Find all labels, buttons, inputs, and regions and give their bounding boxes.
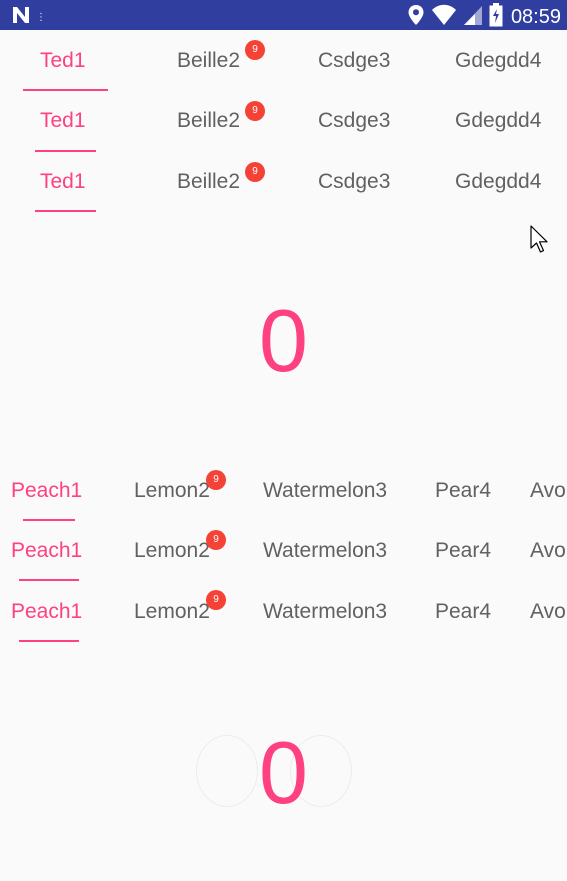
status-bar-right: 08:59: [407, 3, 561, 32]
battery-icon: [489, 3, 503, 32]
n-notification-icon: [10, 4, 32, 31]
status-bar-left: ⋮: [10, 4, 46, 31]
tab-ted1[interactable]: Ted1: [40, 152, 86, 212]
tab-indicator: [19, 640, 79, 642]
bottom-tab-strip-3: Peach1 Lemon2 9 Watermelon3 Pear4 Avo: [0, 582, 567, 642]
location-icon: [407, 4, 425, 31]
overflow-dots-icon: ⋮: [36, 11, 46, 23]
tab-watermelon3[interactable]: Watermelon3: [263, 521, 387, 581]
tab-watermelon3[interactable]: Watermelon3: [263, 461, 387, 521]
tab-beille2[interactable]: Beille2: [177, 31, 240, 91]
notification-badge: 9: [245, 162, 265, 182]
top-tab-strip-1: Ted1 Beille2 9 Csdge3 Gdegdd4: [0, 31, 567, 91]
tab-peach1[interactable]: Peach1: [11, 461, 82, 521]
status-bar: ⋮ 08:59: [0, 0, 567, 30]
status-clock: 08:59: [510, 6, 561, 28]
bottom-tab-strip-1: Peach1 Lemon2 9 Watermelon3 Pear4 Avo: [0, 461, 567, 521]
top-tab-strip-3: Ted1 Beille2 9 Csdge3 Gdegdd4: [0, 152, 567, 212]
bottom-counter: 0: [259, 723, 308, 822]
tab-indicator: [35, 210, 96, 212]
notification-badge: 9: [206, 590, 226, 610]
top-counter: 0: [259, 291, 308, 390]
wifi-icon: [431, 4, 457, 31]
tab-peach1[interactable]: Peach1: [11, 582, 82, 642]
top-tab-strip-2: Ted1 Beille2 9 Csdge3 Gdegdd4: [0, 91, 567, 152]
notification-badge: 9: [245, 40, 265, 60]
bottom-tab-strip-2: Peach1 Lemon2 9 Watermelon3 Pear4 Avo: [0, 521, 567, 581]
tab-lemon2[interactable]: Lemon2: [134, 521, 210, 581]
tab-gdegdd4[interactable]: Gdegdd4: [455, 91, 541, 151]
tab-gdegdd4[interactable]: Gdegdd4: [455, 152, 541, 212]
tab-indicator: [19, 579, 79, 581]
tab-ted1[interactable]: Ted1: [40, 91, 86, 151]
tab-pear4[interactable]: Pear4: [435, 521, 491, 581]
tab-pear4[interactable]: Pear4: [435, 461, 491, 521]
tab-ted1[interactable]: Ted1: [40, 31, 86, 91]
tab-watermelon3[interactable]: Watermelon3: [263, 582, 387, 642]
tab-avo[interactable]: Avo: [530, 461, 566, 521]
tab-lemon2[interactable]: Lemon2: [134, 461, 210, 521]
tab-avo[interactable]: Avo: [530, 582, 566, 642]
tab-pear4[interactable]: Pear4: [435, 582, 491, 642]
tab-peach1[interactable]: Peach1: [11, 521, 82, 581]
notification-badge: 9: [206, 530, 226, 550]
tab-beille2[interactable]: Beille2: [177, 152, 240, 212]
tab-csdge3[interactable]: Csdge3: [318, 152, 390, 212]
tab-csdge3[interactable]: Csdge3: [318, 31, 390, 91]
tab-gdegdd4[interactable]: Gdegdd4: [455, 31, 541, 91]
notification-badge: 9: [206, 470, 226, 490]
cell-signal-icon: [463, 4, 483, 31]
mouse-cursor-icon: [530, 225, 552, 260]
notification-badge: 9: [245, 101, 265, 121]
tab-lemon2[interactable]: Lemon2: [134, 582, 210, 642]
tab-avo[interactable]: Avo: [530, 521, 566, 581]
tab-beille2[interactable]: Beille2: [177, 91, 240, 151]
tab-csdge3[interactable]: Csdge3: [318, 91, 390, 151]
